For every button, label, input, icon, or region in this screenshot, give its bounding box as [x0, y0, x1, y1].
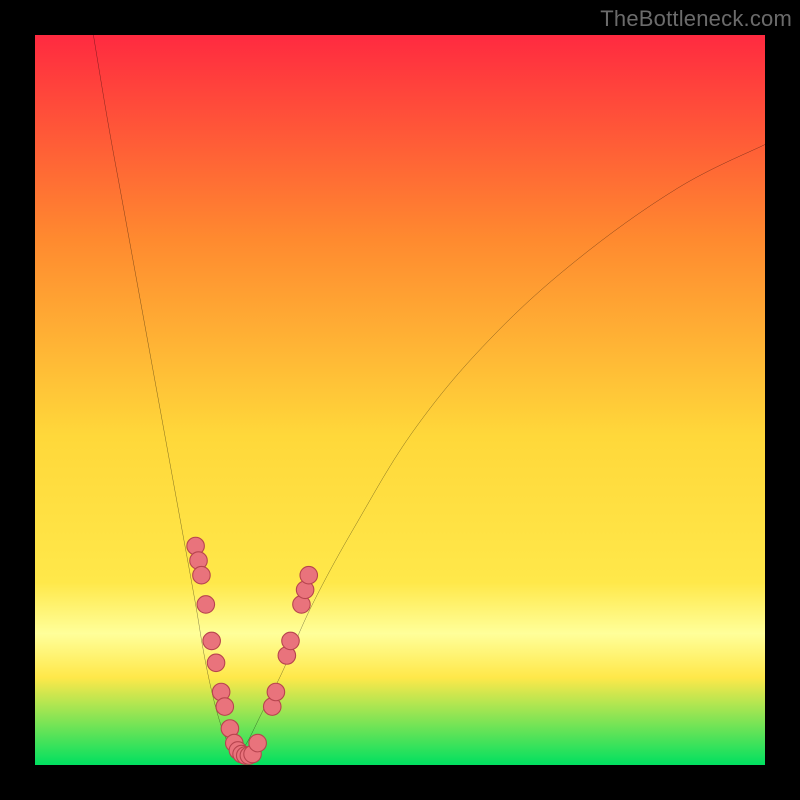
data-marker	[207, 654, 225, 672]
plot-area	[35, 35, 765, 765]
data-marker	[197, 596, 215, 614]
chart-svg	[35, 35, 765, 765]
watermark-text: TheBottleneck.com	[600, 6, 792, 32]
data-marker	[216, 698, 234, 716]
data-marker	[203, 632, 221, 650]
data-marker	[193, 566, 211, 584]
data-marker	[300, 566, 318, 584]
data-marker	[249, 734, 267, 752]
data-marker	[267, 683, 285, 701]
chart-frame: TheBottleneck.com	[0, 0, 800, 800]
gradient-background	[35, 35, 765, 765]
data-marker	[282, 632, 300, 650]
